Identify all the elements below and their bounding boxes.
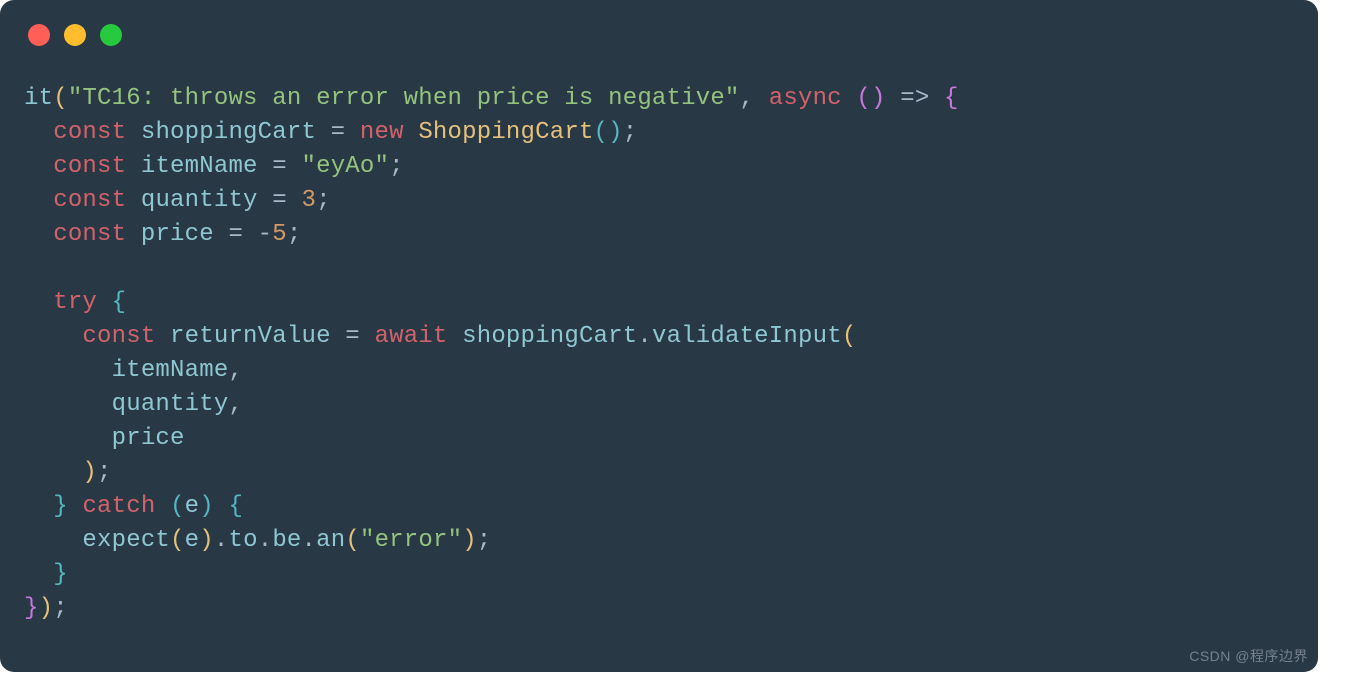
code-line: const returnValue = await shoppingCart.v…	[24, 323, 856, 350]
keyword-const: const	[82, 323, 170, 350]
identifier: quantity	[141, 187, 258, 214]
code-line: itemName,	[24, 357, 243, 384]
object: shoppingCart	[462, 323, 637, 350]
paren-close: )	[608, 119, 623, 146]
keyword-const: const	[53, 153, 141, 180]
zoom-icon[interactable]	[100, 24, 122, 46]
equals: =	[258, 153, 302, 180]
dot: .	[637, 323, 652, 350]
code-line: const itemName = "eyAo";	[24, 153, 404, 180]
semicolon: ;	[477, 527, 492, 554]
brace-close: }	[53, 561, 68, 588]
watermark: CSDN @程序边界	[1189, 646, 1308, 666]
equals: =	[214, 221, 258, 248]
brace-close: }	[53, 493, 68, 520]
identifier: e	[185, 527, 200, 554]
code-window: it("TC16: throws an error when price is …	[0, 0, 1318, 672]
number: 5	[272, 221, 287, 248]
paren-open: (	[345, 527, 360, 554]
string-literal: "TC16: throws an error when price is neg…	[68, 85, 740, 112]
code-line: } catch (e) {	[24, 493, 243, 520]
paren-close: )	[39, 595, 54, 622]
window-controls	[0, 0, 1318, 46]
keyword-async: async	[769, 85, 857, 112]
code-line: );	[24, 459, 112, 486]
code-line: try {	[24, 289, 126, 316]
identifier: quantity	[112, 391, 229, 418]
keyword-await: await	[375, 323, 463, 350]
method: an	[316, 527, 345, 554]
paren-open: (	[856, 85, 871, 112]
code-line: }	[24, 561, 68, 588]
semicolon: ;	[623, 119, 638, 146]
dot: .	[302, 527, 317, 554]
keyword-const: const	[53, 221, 141, 248]
comma: ,	[228, 391, 243, 418]
keyword-const: const	[53, 119, 141, 146]
semicolon: ;	[287, 221, 302, 248]
paren-open: (	[594, 119, 609, 146]
keyword-const: const	[53, 187, 141, 214]
string-literal: "eyAo"	[301, 153, 389, 180]
property: be	[272, 527, 301, 554]
brace-open: {	[944, 85, 959, 112]
code-line: const quantity = 3;	[24, 187, 331, 214]
paren-close: )	[199, 527, 214, 554]
identifier: price	[112, 425, 185, 452]
identifier: e	[185, 493, 200, 520]
paren-open: (	[170, 527, 185, 554]
code-block: it("TC16: throws an error when price is …	[0, 46, 1318, 626]
code-line: const shoppingCart = new ShoppingCart();	[24, 119, 637, 146]
number: 3	[301, 187, 316, 214]
paren-close: )	[199, 493, 214, 520]
semicolon: ;	[97, 459, 112, 486]
code-line: const price = -5;	[24, 221, 302, 248]
comma: ,	[740, 85, 769, 112]
comma: ,	[228, 357, 243, 384]
arrow: =>	[886, 85, 944, 112]
keyword-catch: catch	[82, 493, 170, 520]
fn-call: it	[24, 85, 53, 112]
dot: .	[214, 527, 229, 554]
semicolon: ;	[53, 595, 68, 622]
code-line: });	[24, 595, 68, 622]
close-icon[interactable]	[28, 24, 50, 46]
identifier: shoppingCart	[141, 119, 316, 146]
class-name: ShoppingCart	[418, 119, 593, 146]
paren-close: )	[462, 527, 477, 554]
paren-close: )	[82, 459, 97, 486]
minimize-icon[interactable]	[64, 24, 86, 46]
minus: -	[258, 221, 273, 248]
equals: =	[258, 187, 302, 214]
equals: =	[316, 119, 360, 146]
dot: .	[258, 527, 273, 554]
code-line: price	[24, 425, 185, 452]
code-line: expect(e).to.be.an("error");	[24, 527, 491, 554]
semicolon: ;	[389, 153, 404, 180]
method: validateInput	[652, 323, 842, 350]
keyword-new: new	[360, 119, 418, 146]
property: to	[228, 527, 257, 554]
keyword-try: try	[53, 289, 111, 316]
identifier: itemName	[112, 357, 229, 384]
paren-open: (	[53, 85, 68, 112]
identifier: returnValue	[170, 323, 331, 350]
paren-close: )	[871, 85, 886, 112]
fn-call: expect	[82, 527, 170, 554]
semicolon: ;	[316, 187, 331, 214]
string-literal: "error"	[360, 527, 462, 554]
equals: =	[331, 323, 375, 350]
code-line: it("TC16: throws an error when price is …	[24, 85, 959, 112]
brace-close: }	[24, 595, 39, 622]
identifier: price	[141, 221, 214, 248]
brace-open: {	[112, 289, 127, 316]
paren-open: (	[170, 493, 185, 520]
brace-open: {	[229, 493, 244, 520]
paren-open: (	[842, 323, 857, 350]
identifier: itemName	[141, 153, 258, 180]
code-line: quantity,	[24, 391, 243, 418]
